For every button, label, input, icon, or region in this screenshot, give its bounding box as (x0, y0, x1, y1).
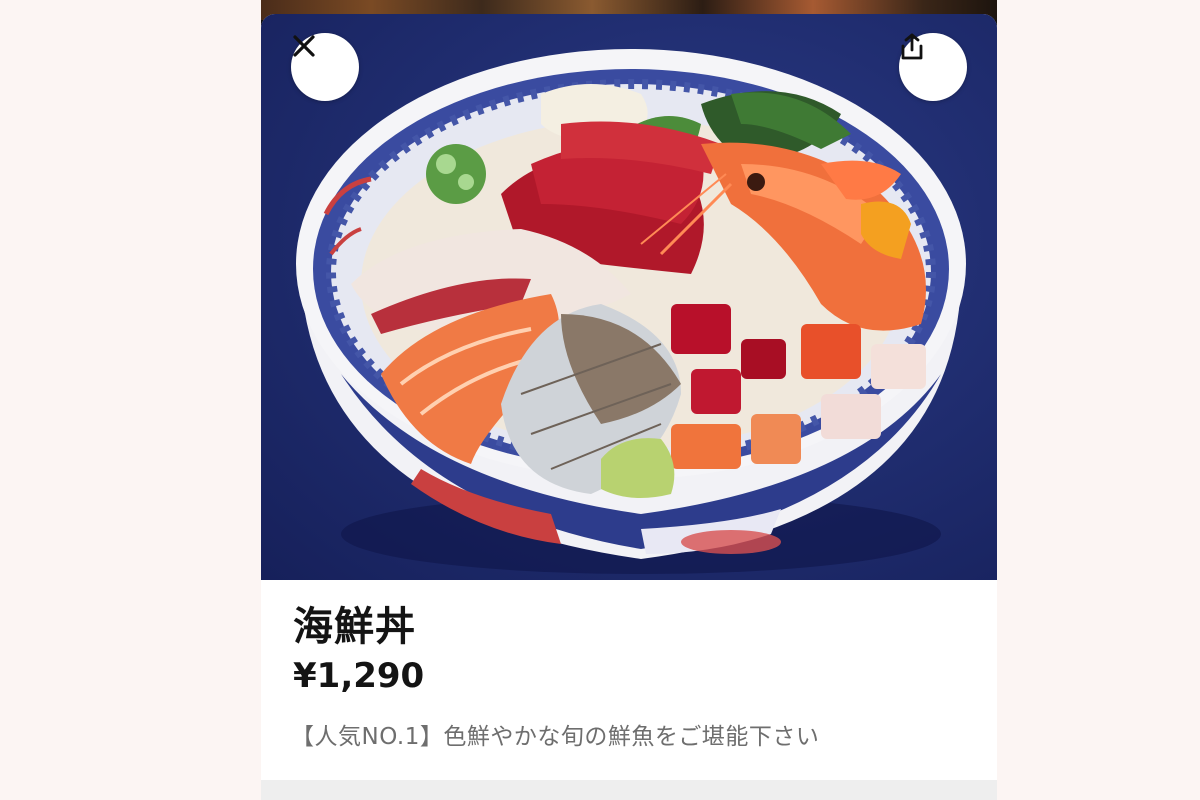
share-button[interactable] (899, 33, 967, 101)
item-title: 海鮮丼 (293, 604, 416, 650)
share-icon (901, 33, 923, 60)
close-button[interactable] (291, 33, 359, 101)
seafood-bowl-image (296, 49, 966, 574)
screen: 海鮮丼 ¥1,290 【人気NO.1】色鮮やかな旬の鮮魚をご堪能下さい (0, 0, 1200, 800)
item-description: 【人気NO.1】色鮮やかな旬の鮮魚をご堪能下さい (291, 724, 820, 750)
item-price: ¥1,290 (293, 656, 425, 696)
item-photo (261, 14, 997, 580)
item-info: 海鮮丼 ¥1,290 【人気NO.1】色鮮やかな旬の鮮魚をご堪能下さい (261, 580, 997, 780)
app-viewport: 海鮮丼 ¥1,290 【人気NO.1】色鮮やかな旬の鮮魚をご堪能下さい (261, 0, 997, 800)
item-detail-sheet: 海鮮丼 ¥1,290 【人気NO.1】色鮮やかな旬の鮮魚をご堪能下さい (261, 14, 997, 800)
section-divider (261, 780, 997, 800)
close-icon (293, 35, 315, 57)
